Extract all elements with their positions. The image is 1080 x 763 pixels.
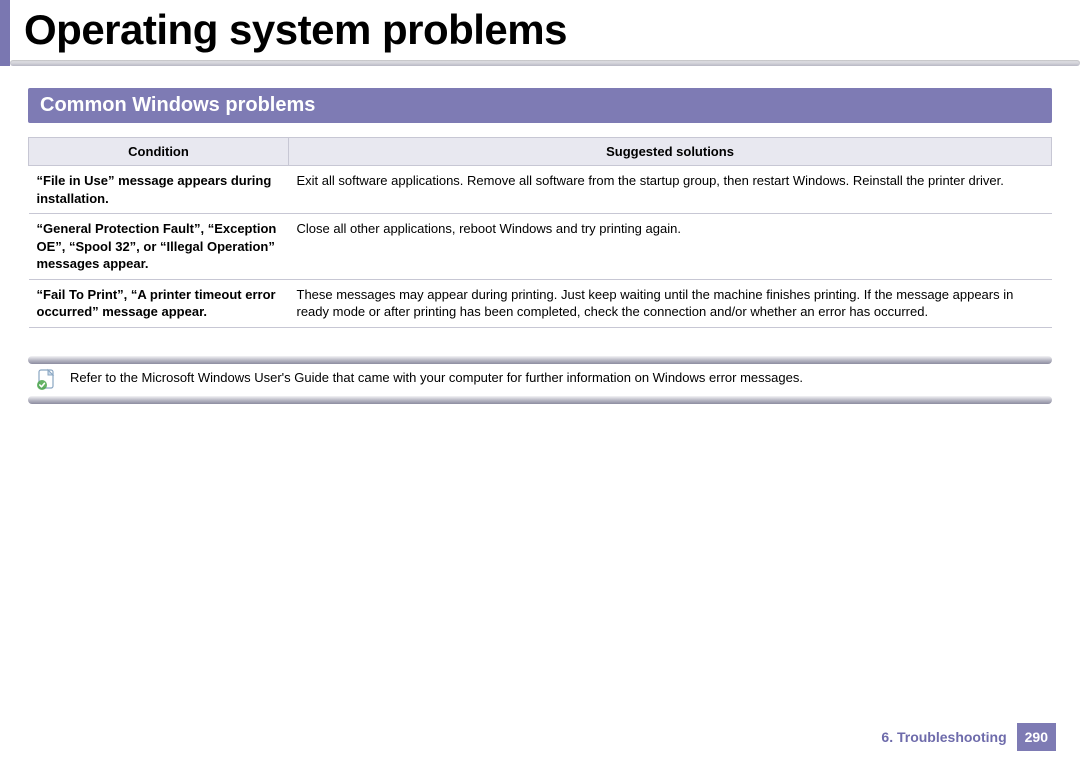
cell-solution: These messages may appear during printin… — [289, 279, 1052, 327]
table-row: “File in Use” message appears during ins… — [29, 166, 1052, 214]
page-title-block: Operating system problems — [0, 0, 1080, 66]
cell-solution: Exit all software applications. Remove a… — [289, 166, 1052, 214]
page-title: Operating system problems — [10, 8, 1080, 52]
table-row: “General Protection Fault”, “Exception O… — [29, 214, 1052, 280]
footer-page-number: 290 — [1017, 723, 1056, 751]
col-header-condition: Condition — [29, 138, 289, 166]
cell-condition: “File in Use” message appears during ins… — [29, 166, 289, 214]
content-area: Common Windows problems Condition Sugges… — [0, 66, 1080, 404]
note-top-bar — [28, 356, 1052, 364]
col-header-solutions: Suggested solutions — [289, 138, 1052, 166]
note-body: Refer to the Microsoft Windows User's Gu… — [28, 364, 1052, 396]
note-text: Refer to the Microsoft Windows User's Gu… — [70, 368, 803, 387]
table-header-row: Condition Suggested solutions — [29, 138, 1052, 166]
page-footer: 6. Troubleshooting 290 — [0, 723, 1080, 751]
footer-chapter: 6. Troubleshooting — [881, 729, 1006, 745]
note-bottom-bar — [28, 396, 1052, 404]
title-underline — [10, 60, 1080, 66]
cell-solution: Close all other applications, reboot Win… — [289, 214, 1052, 280]
cell-condition: “General Protection Fault”, “Exception O… — [29, 214, 289, 280]
note-block: Refer to the Microsoft Windows User's Gu… — [28, 356, 1052, 404]
table-row: “Fail To Print”, “A printer timeout erro… — [29, 279, 1052, 327]
note-page-icon — [34, 368, 60, 392]
cell-condition: “Fail To Print”, “A printer timeout erro… — [29, 279, 289, 327]
section-heading: Common Windows problems — [28, 88, 1052, 123]
problems-table: Condition Suggested solutions “File in U… — [28, 137, 1052, 328]
